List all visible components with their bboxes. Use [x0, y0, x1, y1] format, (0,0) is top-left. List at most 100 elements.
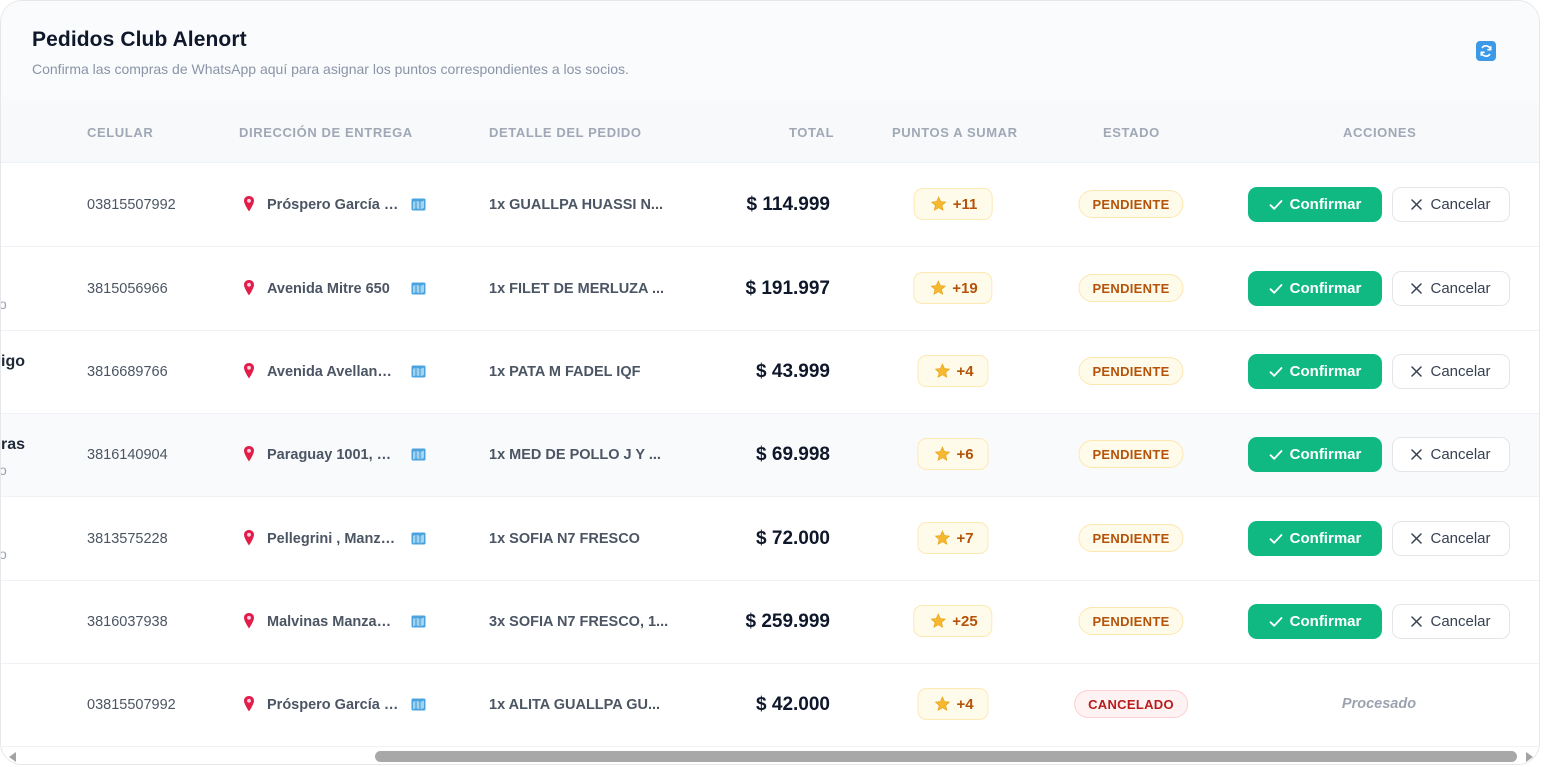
address-cell: Avenida Avellaneda 300 — [267, 364, 399, 380]
confirm-button[interactable]: Confirmar — [1248, 604, 1382, 639]
star-icon — [930, 613, 946, 628]
cancel-button[interactable]: Cancelar — [1392, 437, 1510, 472]
confirm-button[interactable]: Confirmar — [1248, 187, 1382, 222]
cancel-button[interactable]: Cancelar — [1392, 187, 1510, 222]
cancel-button[interactable]: Cancelar — [1392, 354, 1510, 389]
table-row: 3816037938 Malvinas Manzana 4 3x SOFIA N… — [1, 581, 1539, 664]
address-cell: Malvinas Manzana 4 — [267, 614, 399, 630]
page-subtitle: Confirma las compras de WhatsApp aquí pa… — [32, 61, 629, 77]
cancel-button[interactable]: Cancelar — [1392, 271, 1510, 306]
orders-card: Pedidos Club Alenort Confirma las compra… — [0, 0, 1540, 765]
confirm-button-label: Confirmar — [1289, 196, 1362, 213]
confirm-button-label: Confirmar — [1289, 363, 1362, 380]
column-header-actions: ACCIONES — [1343, 125, 1417, 140]
check-icon — [1269, 366, 1283, 377]
column-header-points: PUNTOS A SUMAR — [892, 125, 1018, 140]
total-cell: $ 114.999 — [746, 194, 830, 215]
address-cell: Pellegrini , Manzana B — [267, 531, 399, 547]
address-cell: Próspero García 1234 — [267, 197, 399, 213]
table-header: CELULAR DIRECCIÓN DE ENTREGA DETALLE DEL… — [1, 103, 1539, 163]
cancel-button-label: Cancelar — [1430, 613, 1491, 630]
order-detail-cell: 3x SOFIA N7 FRESCO, 1... — [489, 614, 669, 630]
scroll-right-arrow-icon[interactable] — [1526, 752, 1533, 762]
points-badge: +11 — [913, 188, 993, 220]
confirm-button[interactable]: Confirmar — [1248, 521, 1382, 556]
column-header-detail: DETALLE DEL PEDIDO — [489, 125, 642, 140]
status-badge: PENDIENTE — [1078, 607, 1184, 635]
cancel-button[interactable]: Cancelar — [1392, 521, 1510, 556]
status-badge: PENDIENTE — [1078, 440, 1184, 468]
total-cell: $ 72.000 — [756, 528, 830, 549]
order-detail-cell: 1x ALITA GUALLPA GU... — [489, 697, 661, 713]
order-detail-cell: 1x MED DE POLLO J Y ... — [489, 447, 661, 463]
map-icon[interactable] — [411, 198, 426, 211]
order-detail-cell: 1x PATA M FADEL IQF — [489, 364, 641, 380]
check-icon — [1269, 616, 1283, 627]
column-header-address: DIRECCIÓN DE ENTREGA — [239, 125, 413, 140]
phone-cell: 03815507992 — [87, 697, 176, 713]
table-row: 03815507992 Próspero García 1234 1x ALIT… — [1, 664, 1539, 747]
map-icon[interactable] — [411, 365, 426, 378]
points-value: +11 — [952, 195, 978, 213]
map-icon[interactable] — [411, 282, 426, 295]
confirm-button[interactable]: Confirmar — [1248, 437, 1382, 472]
star-icon — [930, 280, 946, 295]
status-badge: PENDIENTE — [1078, 524, 1184, 552]
total-cell: $ 259.999 — [745, 611, 830, 632]
confirm-button-label: Confirmar — [1289, 446, 1362, 463]
total-cell: $ 69.998 — [756, 444, 830, 465]
map-pin-icon — [244, 196, 254, 212]
cancel-button-label: Cancelar — [1430, 280, 1491, 297]
phone-cell: 3813575228 — [87, 531, 168, 547]
close-icon — [1411, 533, 1423, 544]
confirm-button[interactable]: Confirmar — [1248, 271, 1382, 306]
cancel-button-label: Cancelar — [1430, 446, 1491, 463]
status-badge: PENDIENTE — [1078, 357, 1184, 385]
cancel-button-label: Cancelar — [1430, 196, 1491, 213]
phone-cell: 03815507992 — [87, 197, 176, 213]
order-detail-cell: 1x FILET DE MERLUZA ... — [489, 281, 665, 297]
check-icon — [1269, 449, 1283, 460]
star-icon — [934, 696, 951, 711]
map-pin-icon — [244, 696, 254, 712]
phone-cell: 3816689766 — [87, 364, 168, 380]
check-icon — [1269, 199, 1283, 210]
confirm-button-label: Confirmar — [1289, 280, 1362, 297]
star-icon — [934, 530, 951, 545]
close-icon — [1411, 449, 1423, 460]
address-cell: Avenida Mitre 650 — [267, 281, 390, 297]
page-title: Pedidos Club Alenort — [32, 28, 247, 51]
refresh-icon[interactable] — [1476, 41, 1496, 61]
check-icon — [1269, 533, 1283, 544]
points-badge: +4 — [917, 688, 989, 720]
cancel-button-label: Cancelar — [1430, 363, 1491, 380]
cancel-button-label: Cancelar — [1430, 530, 1491, 547]
phone-cell: 3815056966 — [87, 281, 168, 297]
total-cell: $ 191.997 — [745, 278, 830, 299]
cancel-button[interactable]: Cancelar — [1392, 604, 1510, 639]
points-badge: +7 — [917, 522, 989, 554]
points-badge: +4 — [917, 355, 989, 387]
horizontal-scrollbar[interactable] — [1, 747, 1539, 764]
phone-cell: 3816037938 — [87, 614, 168, 630]
order-detail-cell: 1x SOFIA N7 FRESCO — [489, 531, 640, 547]
points-value: +7 — [956, 529, 974, 547]
star-icon — [930, 196, 947, 211]
close-icon — [1411, 366, 1423, 377]
order-detail-cell: 1x GUALLPA HUASSI N... — [489, 197, 664, 213]
map-icon[interactable] — [411, 698, 426, 711]
map-icon[interactable] — [411, 448, 426, 461]
points-badge: +6 — [917, 438, 989, 470]
points-value: +25 — [952, 612, 978, 630]
map-icon[interactable] — [411, 615, 426, 628]
total-cell: $ 42.000 — [756, 694, 830, 715]
card-header: Pedidos Club Alenort Confirma las compra… — [1, 1, 1539, 103]
map-icon[interactable] — [411, 532, 426, 545]
close-icon — [1411, 283, 1423, 294]
scroll-left-arrow-icon[interactable] — [9, 752, 16, 762]
scrollbar-thumb[interactable] — [375, 751, 1517, 762]
confirm-button[interactable]: Confirmar — [1248, 354, 1382, 389]
map-pin-icon — [244, 363, 254, 379]
table-row: igo 3816689766 Avenida Avellaneda 300 1x… — [1, 331, 1539, 414]
star-icon — [934, 446, 951, 461]
